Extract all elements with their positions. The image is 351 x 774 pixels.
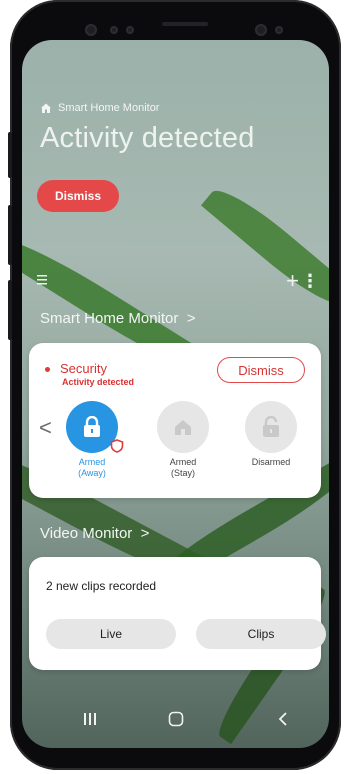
mode-circle xyxy=(66,401,124,453)
sensor xyxy=(275,26,283,34)
mode-circle xyxy=(157,401,209,453)
sensor xyxy=(126,26,134,34)
screen: Smart Home Monitor Activity detected Dis… xyxy=(22,40,329,748)
mode-label: Armed (Away) xyxy=(60,457,124,479)
sensor xyxy=(110,26,118,34)
mode-label-line1: Disarmed xyxy=(251,457,291,467)
shield-icon xyxy=(110,439,124,453)
mode-label: Armed (Stay) xyxy=(151,457,215,479)
page-title: Activity detected xyxy=(40,122,255,154)
more-icon[interactable]: ⋮ xyxy=(301,270,319,292)
toolbar: + ⋮ xyxy=(37,270,319,292)
section-title-text: Smart Home Monitor xyxy=(40,310,179,327)
side-button-left xyxy=(8,132,12,178)
home-icon xyxy=(41,103,51,113)
speaker xyxy=(162,22,208,26)
mode-label: Disarmed xyxy=(239,457,303,468)
chevron-right-icon: > xyxy=(182,310,196,327)
side-button-left xyxy=(8,205,12,265)
chevron-left-icon[interactable]: < xyxy=(39,415,52,441)
side-button-left xyxy=(8,280,12,340)
mode-label-line2: (Away) xyxy=(78,468,106,478)
security-dismiss-button[interactable]: Dismiss xyxy=(217,357,305,383)
video-card: 2 new clips recorded Live Clips xyxy=(29,557,326,670)
back-icon[interactable] xyxy=(270,708,296,730)
unlock-icon xyxy=(263,416,279,437)
mode-label-line1: Armed xyxy=(78,457,106,467)
dismiss-button[interactable]: Dismiss xyxy=(37,180,119,212)
security-subtitle: Activity detected xyxy=(62,377,135,387)
live-button[interactable]: Live xyxy=(46,619,176,649)
navigation-bar xyxy=(22,690,329,748)
mode-armed-stay[interactable]: Armed (Stay) xyxy=(151,401,215,479)
clips-status: 2 new clips recorded xyxy=(46,579,157,593)
recent-apps-icon[interactable] xyxy=(77,708,103,730)
sensor xyxy=(85,24,97,36)
section-title-video[interactable]: Video Monitor > xyxy=(40,525,149,542)
home-circle-icon[interactable] xyxy=(163,708,189,730)
plus-icon[interactable]: + xyxy=(286,270,299,292)
menu-icon[interactable] xyxy=(37,274,49,286)
mode-label-line2: (Stay) xyxy=(170,468,195,478)
mode-circle xyxy=(245,401,297,453)
app-label: Smart Home Monitor xyxy=(40,102,159,114)
section-title-text: Video Monitor xyxy=(40,525,133,542)
front-camera xyxy=(255,24,267,36)
mode-label-line1: Armed xyxy=(169,457,197,467)
chevron-right-icon: > xyxy=(136,525,150,542)
section-title-smart-home[interactable]: Smart Home Monitor > xyxy=(40,310,195,327)
background-leaf xyxy=(200,179,329,315)
security-title: Security xyxy=(60,361,107,376)
home-icon xyxy=(175,420,191,435)
mode-armed-away[interactable]: Armed (Away) xyxy=(60,401,124,479)
alert-dot xyxy=(45,367,50,372)
app-label-text: Smart Home Monitor xyxy=(58,102,160,114)
security-card: Security Activity detected Dismiss < Arm… xyxy=(29,343,321,498)
device-frame: Smart Home Monitor Activity detected Dis… xyxy=(0,0,351,774)
lock-icon xyxy=(84,416,100,437)
mode-disarmed[interactable]: Disarmed xyxy=(239,401,303,468)
clips-button[interactable]: Clips xyxy=(196,619,326,649)
